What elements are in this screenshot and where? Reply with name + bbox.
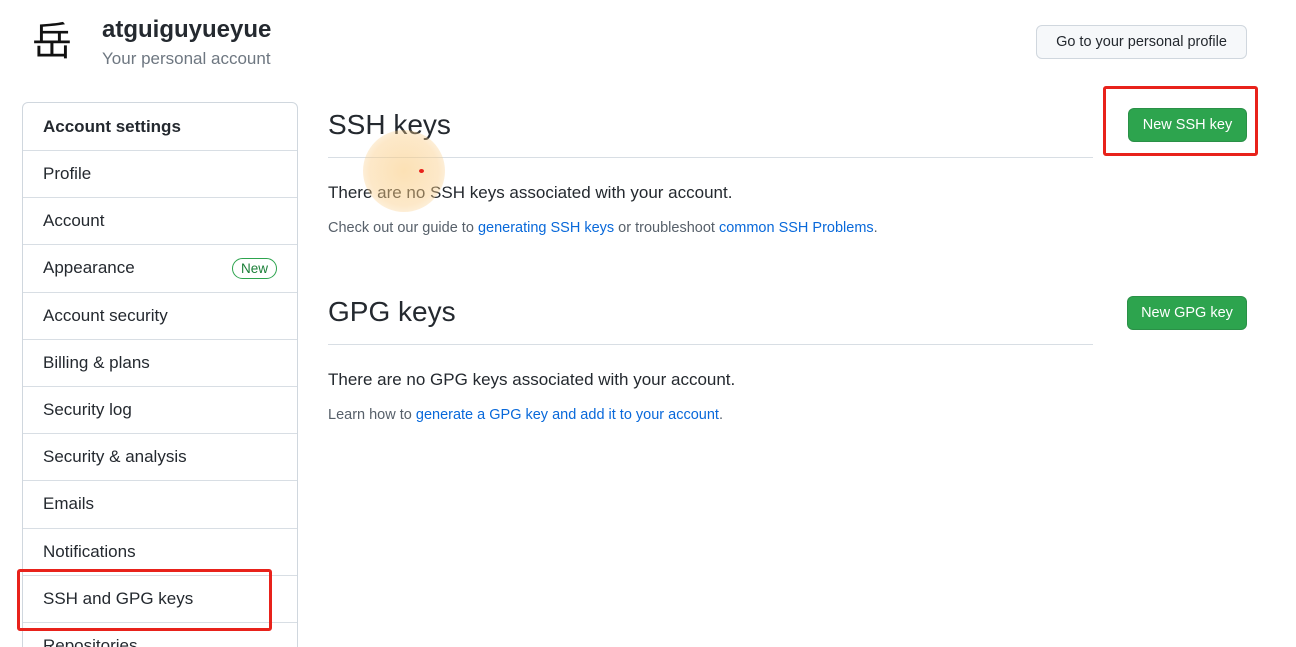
sidebar-item-label: Notifications	[43, 541, 136, 561]
sidebar-item-repositories[interactable]: Repositories	[23, 623, 297, 647]
ssh-keys-title: SSH keys	[328, 109, 451, 140]
common-ssh-problems-link[interactable]: common SSH Problems	[719, 220, 874, 236]
generate-gpg-key-link[interactable]: generate a GPG key and add it to your ac…	[416, 407, 719, 423]
go-to-profile-button[interactable]: Go to your personal profile	[1036, 25, 1247, 59]
username[interactable]: atguiguyueyue	[102, 16, 271, 44]
gpg-help-text: Learn how to generate a GPG key and add …	[328, 407, 723, 423]
new-badge: New	[231, 257, 277, 279]
ssh-divider	[328, 157, 1093, 158]
sidebar-item-label: SSH and GPG keys	[43, 588, 194, 608]
sidebar-item-appearance[interactable]: Appearance New	[23, 245, 297, 293]
generating-ssh-keys-link[interactable]: generating SSH keys	[478, 220, 614, 236]
sidebar-item-emails[interactable]: Emails	[23, 481, 297, 529]
sidebar-item-label: Appearance	[43, 258, 135, 278]
ssh-empty-message: There are no SSH keys associated with yo…	[328, 183, 733, 202]
ssh-help-suffix: .	[873, 220, 878, 236]
sidebar-item-label: Account security	[43, 305, 168, 325]
sidebar-item-account-security[interactable]: Account security	[23, 293, 297, 340]
sidebar-heading: Account settings	[23, 103, 297, 151]
gpg-keys-title: GPG keys	[328, 296, 456, 327]
ssh-help-middle: or troubleshoot	[614, 220, 719, 236]
cursor-pointer	[419, 169, 424, 173]
sidebar-item-profile[interactable]: Profile	[23, 151, 297, 199]
gpg-help-suffix: .	[718, 407, 723, 423]
sidebar-item-label: Repositories	[43, 635, 138, 647]
sidebar-item-security-analysis[interactable]: Security & analysis	[23, 434, 297, 482]
sidebar-item-ssh-gpg-keys[interactable]: SSH and GPG keys	[23, 576, 297, 623]
gpg-divider	[328, 344, 1093, 345]
sidebar-item-label: Profile	[43, 164, 92, 184]
gpg-empty-message: There are no GPG keys associated with yo…	[328, 370, 736, 389]
sidebar-item-label: Billing & plans	[43, 352, 150, 372]
sidebar-item-label: Security log	[43, 400, 132, 420]
account-type-label: Your personal account	[102, 49, 271, 68]
sidebar-item-notifications[interactable]: Notifications	[23, 529, 297, 576]
sidebar-item-label: Account	[43, 211, 105, 231]
ssh-help-text: Check out our guide to generating SSH ke…	[328, 220, 878, 236]
settings-sidebar: Account settings Profile Account Appeara…	[22, 102, 298, 647]
avatar[interactable]: 岳	[28, 18, 76, 66]
sidebar-item-label: Emails	[43, 494, 95, 514]
ssh-help-prefix: Check out our guide to	[328, 220, 478, 236]
sidebar-item-security-log[interactable]: Security log	[23, 387, 297, 435]
sidebar-item-label: Security & analysis	[43, 447, 187, 467]
new-gpg-key-button[interactable]: New GPG key	[1127, 296, 1247, 330]
sidebar-item-account[interactable]: Account	[23, 198, 297, 246]
new-ssh-key-button[interactable]: New SSH key	[1128, 108, 1247, 142]
sidebar-item-billing[interactable]: Billing & plans	[23, 340, 297, 387]
gpg-help-prefix: Learn how to	[328, 407, 416, 423]
